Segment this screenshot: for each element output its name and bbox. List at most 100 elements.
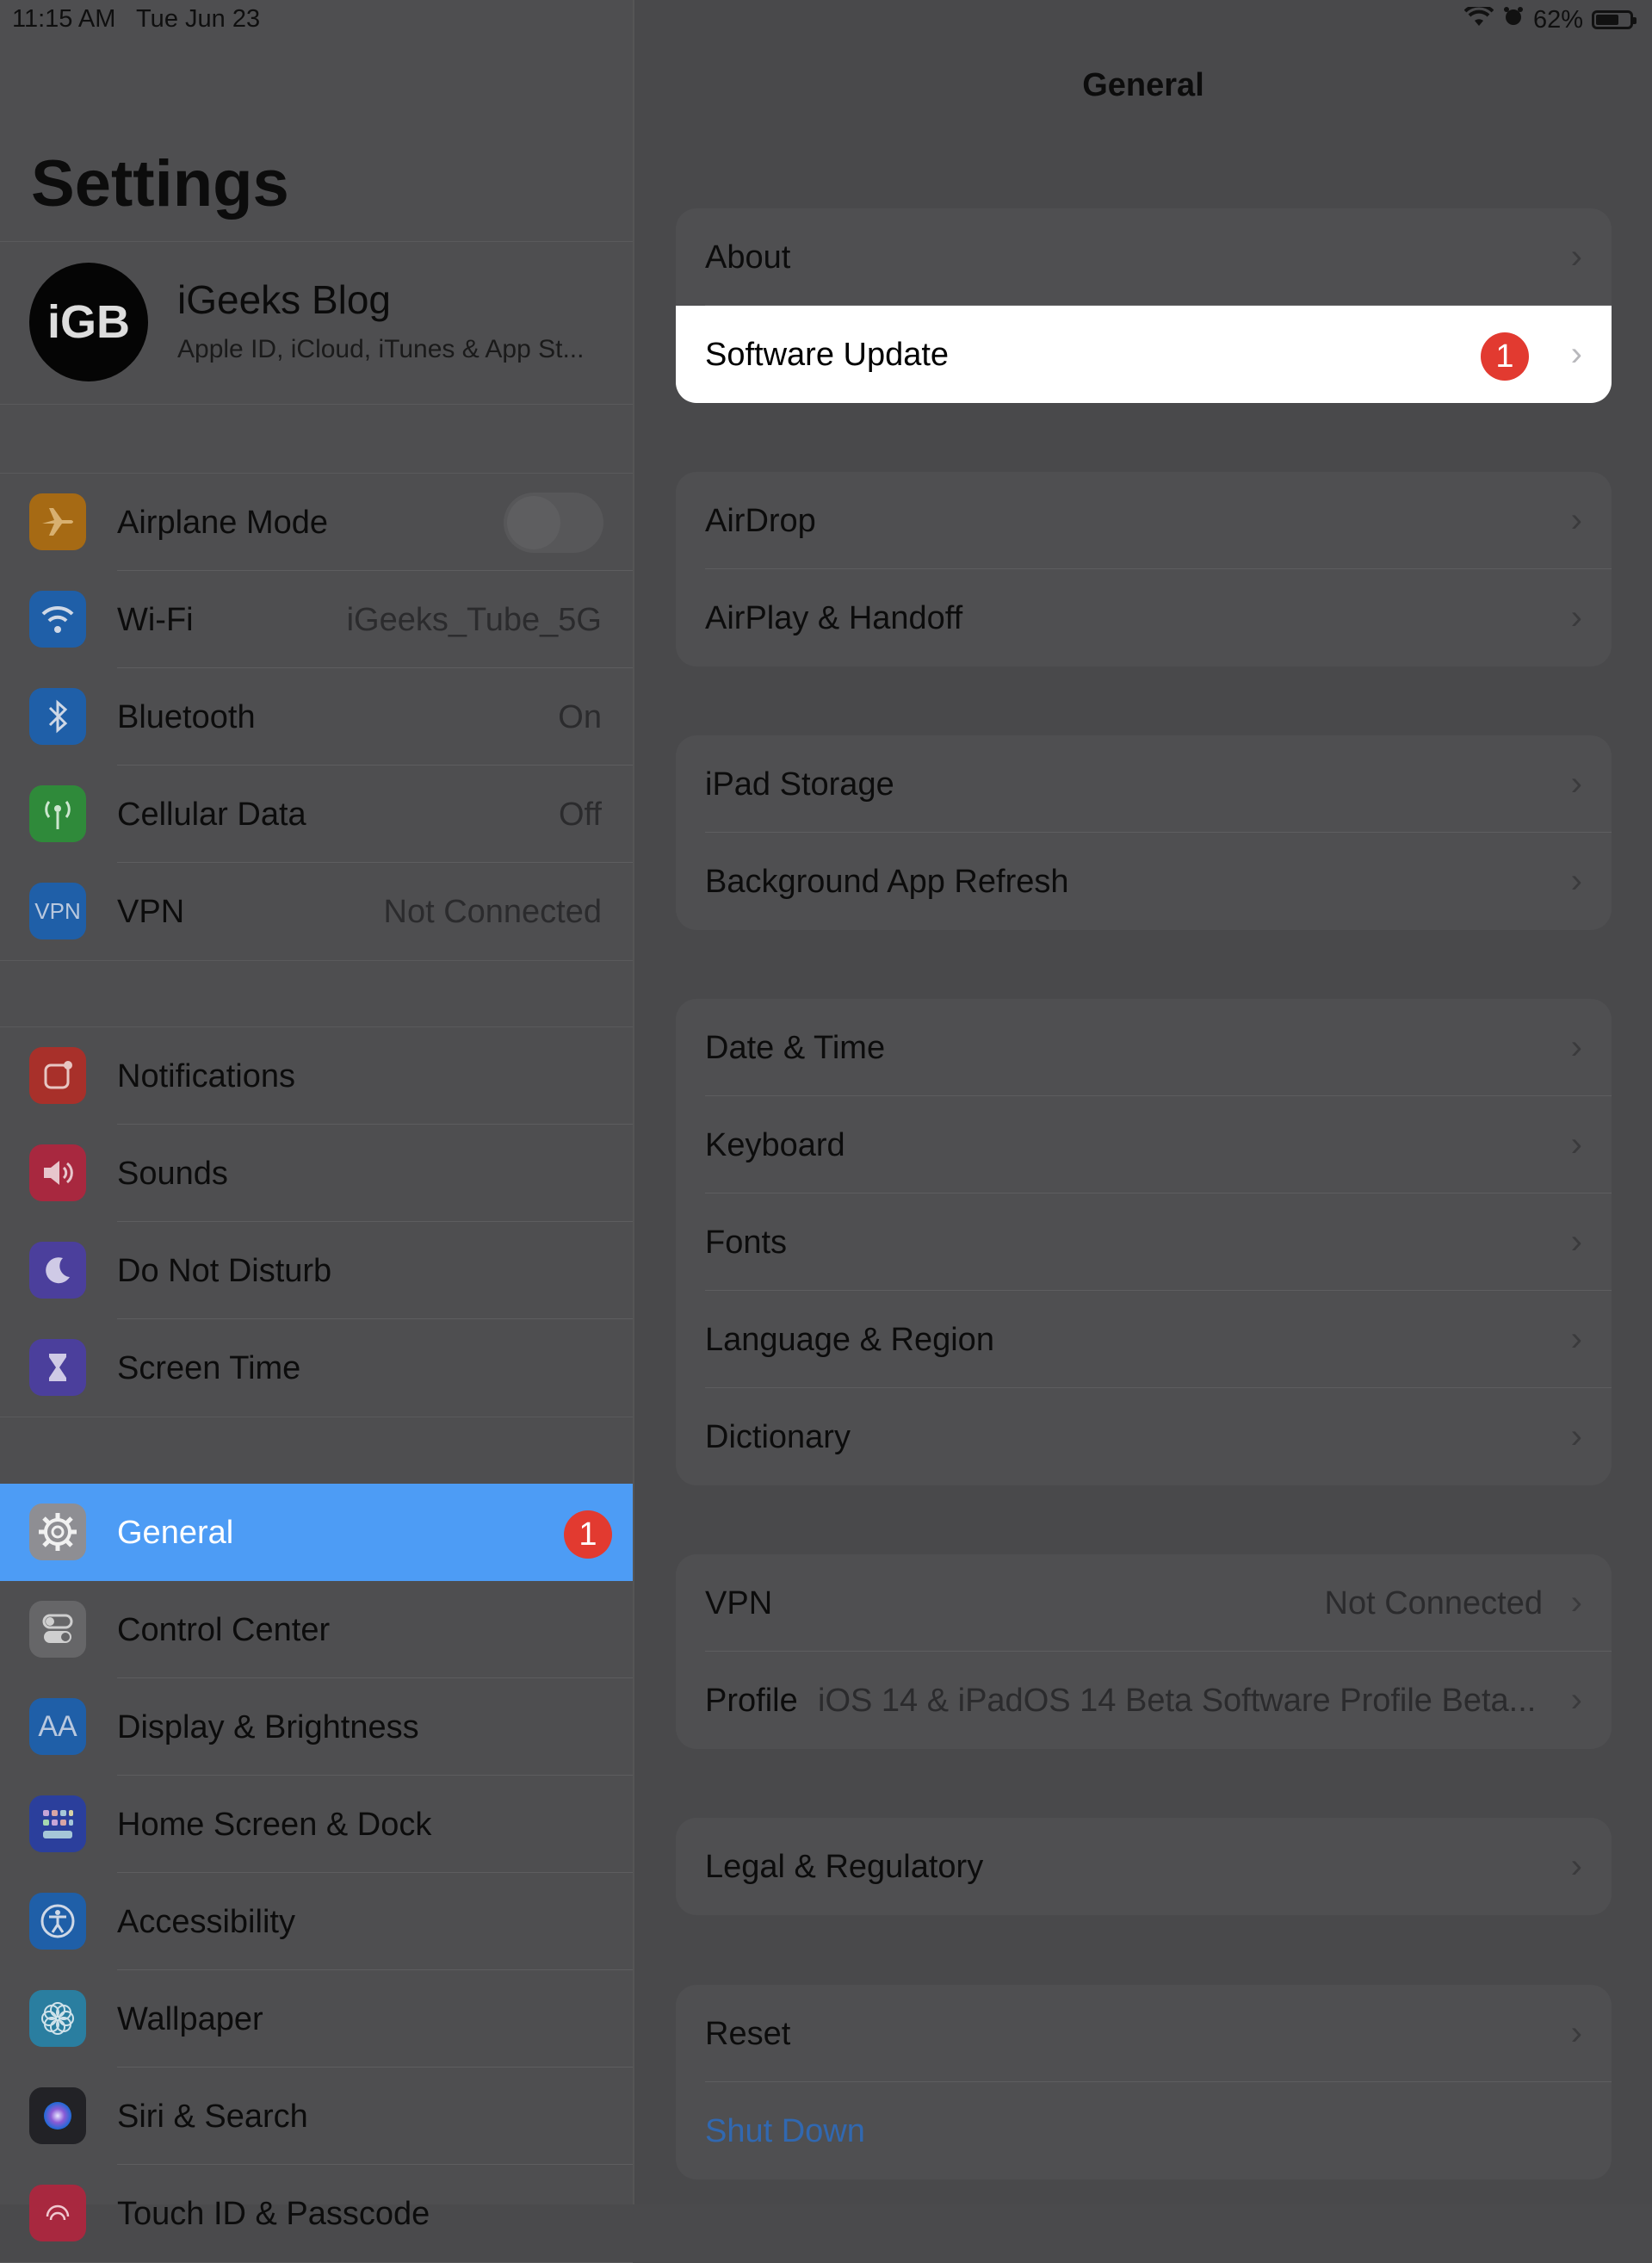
sidebar-item-label: Sounds — [117, 1156, 228, 1192]
sidebar-item-vpn[interactable]: VPN VPN Not Connected — [0, 863, 633, 960]
row-shut-down[interactable]: Shut Down — [676, 2082, 1612, 2179]
status-left: 11:15 AM Tue Jun 23 — [12, 5, 260, 34]
chevron-right-icon: › — [1570, 765, 1582, 803]
status-time: 11:15 AM — [12, 5, 116, 33]
antenna-icon — [29, 785, 86, 842]
row-airplay-handoff[interactable]: AirPlay & Handoff › — [676, 569, 1612, 666]
row-label: Background App Refresh — [705, 864, 1069, 900]
row-profile[interactable]: Profile iOS 14 & iPadOS 14 Beta Software … — [676, 1652, 1612, 1749]
sidebar-item-notifications[interactable]: Notifications — [0, 1027, 633, 1125]
notifications-icon — [29, 1047, 86, 1104]
settings-section-7: Reset › Shut Down — [676, 1985, 1612, 2179]
sidebar-item-control-center[interactable]: Control Center — [0, 1581, 633, 1678]
row-reset[interactable]: Reset › — [676, 1985, 1612, 2082]
text-size-icon: AA — [29, 1698, 86, 1755]
sidebar-item-wallpaper[interactable]: Wallpaper — [0, 1970, 633, 2068]
profile-name: iGeeks Blog — [177, 277, 392, 322]
row-label: Date & Time — [705, 1030, 886, 1066]
airplane-mode-toggle[interactable] — [504, 493, 603, 553]
sidebar-item-general[interactable]: General 1 — [0, 1484, 633, 1581]
profile-row[interactable]: iGB iGeeks Blog Apple ID, iCloud, iTunes… — [0, 241, 633, 405]
sidebar-item-screen-time[interactable]: Screen Time — [0, 1319, 633, 1417]
row-value: Not Connected — [1324, 1585, 1544, 1621]
sidebar-item-label: Siri & Search — [117, 2099, 308, 2135]
gear-icon — [29, 1504, 86, 1560]
sidebar-item-home-screen-dock[interactable]: Home Screen & Dock — [0, 1776, 633, 1873]
wifi-icon — [29, 591, 86, 648]
status-right: 62% — [1463, 3, 1637, 34]
chevron-right-icon: › — [1570, 1417, 1582, 1455]
row-ipad-storage[interactable]: iPad Storage › — [676, 735, 1612, 833]
hourglass-icon — [29, 1339, 86, 1396]
sidebar-item-value: Off — [559, 797, 602, 833]
chevron-right-icon: › — [1570, 1681, 1582, 1719]
profile-subtitle: Apple ID, iCloud, iTunes & App St... — [177, 335, 585, 363]
sidebar-group-general: General 1 Control Center AA Display & Bright… — [0, 1484, 633, 2263]
row-label: Keyboard — [705, 1127, 845, 1163]
sidebar-item-siri-search[interactable]: Siri & Search — [0, 2068, 633, 2165]
settings-section-4: Date & Time › Keyboard › Fonts › Language & Re… — [676, 999, 1612, 1485]
speaker-icon — [29, 1144, 86, 1201]
fingerprint-icon — [29, 2185, 86, 2241]
row-dictionary[interactable]: Dictionary › — [676, 1388, 1612, 1485]
general-detail-pane: General About › Software Update 1 › AirDrop › A… — [634, 0, 1652, 2204]
row-label: Language & Region — [705, 1322, 994, 1358]
settings-sidebar: Settings iGB iGeeks Blog Apple ID, iClou… — [0, 0, 634, 2263]
sidebar-item-touch-id-passcode[interactable]: Touch ID & Passcode — [0, 2165, 633, 2262]
settings-section-1: About › Software Update 1 › — [676, 208, 1612, 403]
sidebar-title: Settings — [31, 147, 289, 220]
row-keyboard[interactable]: Keyboard › — [676, 1096, 1612, 1194]
airplane-icon — [29, 493, 86, 550]
row-legal-regulatory[interactable]: Legal & Regulatory › — [676, 1818, 1612, 1915]
chevron-right-icon: › — [1570, 501, 1582, 539]
chevron-right-icon: › — [1570, 335, 1582, 373]
row-label: Reset — [705, 2016, 791, 2052]
accessibility-icon — [29, 1893, 86, 1950]
chevron-right-icon: › — [1570, 1320, 1582, 1358]
settings-section-5: VPN Not Connected › Profile iOS 14 & iPadOS … — [676, 1554, 1612, 1749]
sidebar-item-label: Notifications — [117, 1058, 295, 1094]
row-language-region[interactable]: Language & Region › — [676, 1291, 1612, 1388]
row-software-update[interactable]: Software Update 1 › — [676, 306, 1612, 403]
sidebar-item-label: Airplane Mode — [117, 505, 329, 541]
avatar: iGB — [29, 263, 148, 381]
chevron-right-icon: › — [1570, 1847, 1582, 1885]
row-fonts[interactable]: Fonts › — [676, 1194, 1612, 1291]
sidebar-item-do-not-disturb[interactable]: Do Not Disturb — [0, 1222, 633, 1319]
sidebar-item-bluetooth[interactable]: Bluetooth On — [0, 668, 633, 766]
row-date-time[interactable]: Date & Time › — [676, 999, 1612, 1096]
sidebar-group-connectivity: Airplane Mode Wi-Fi iGeeks_Tube_5G Bluetoot… — [0, 473, 633, 961]
sidebar-item-cellular-data[interactable]: Cellular Data Off — [0, 766, 633, 863]
sidebar-item-sounds[interactable]: Sounds — [0, 1125, 633, 1222]
chevron-right-icon: › — [1570, 1125, 1582, 1163]
chevron-right-icon: › — [1570, 1223, 1582, 1261]
row-label: AirPlay & Handoff — [705, 600, 963, 636]
row-label: Shut Down — [705, 2113, 865, 2149]
row-label: Legal & Regulatory — [705, 1849, 984, 1885]
moon-icon — [29, 1242, 86, 1299]
sidebar-item-value: On — [558, 699, 602, 735]
detail-title: General — [1082, 67, 1204, 103]
row-label: iPad Storage — [705, 766, 894, 803]
sidebar-item-wi-fi[interactable]: Wi-Fi iGeeks_Tube_5G — [0, 571, 633, 668]
row-background-app-refresh[interactable]: Background App Refresh › — [676, 833, 1612, 930]
row-vpn[interactable]: VPN Not Connected › — [676, 1554, 1612, 1652]
sidebar-item-label: Display & Brightness — [117, 1709, 419, 1745]
sidebar-item-airplane-mode[interactable]: Airplane Mode — [0, 474, 633, 571]
wifi-status-icon — [1463, 3, 1494, 34]
row-airdrop[interactable]: AirDrop › — [676, 472, 1612, 569]
status-bar: 11:15 AM Tue Jun 23 62% — [0, 0, 1652, 40]
notification-badge: 1 — [564, 1510, 612, 1559]
settings-section-6: Legal & Regulatory › — [676, 1818, 1612, 1915]
sidebar-item-accessibility[interactable]: Accessibility — [0, 1873, 633, 1970]
row-about[interactable]: About › — [676, 208, 1612, 306]
sidebar-item-display-brightness[interactable]: AA Display & Brightness — [0, 1678, 633, 1776]
sidebar-item-value: Not Connected — [383, 894, 603, 930]
flower-icon — [29, 1990, 86, 2047]
row-label: Dictionary — [705, 1419, 851, 1455]
row-label: VPN — [705, 1585, 773, 1621]
chevron-right-icon: › — [1570, 598, 1582, 636]
sidebar-item-label: Wi-Fi — [117, 602, 194, 638]
sidebar-item-label: Accessibility — [117, 1904, 295, 1940]
switches-icon — [29, 1601, 86, 1658]
